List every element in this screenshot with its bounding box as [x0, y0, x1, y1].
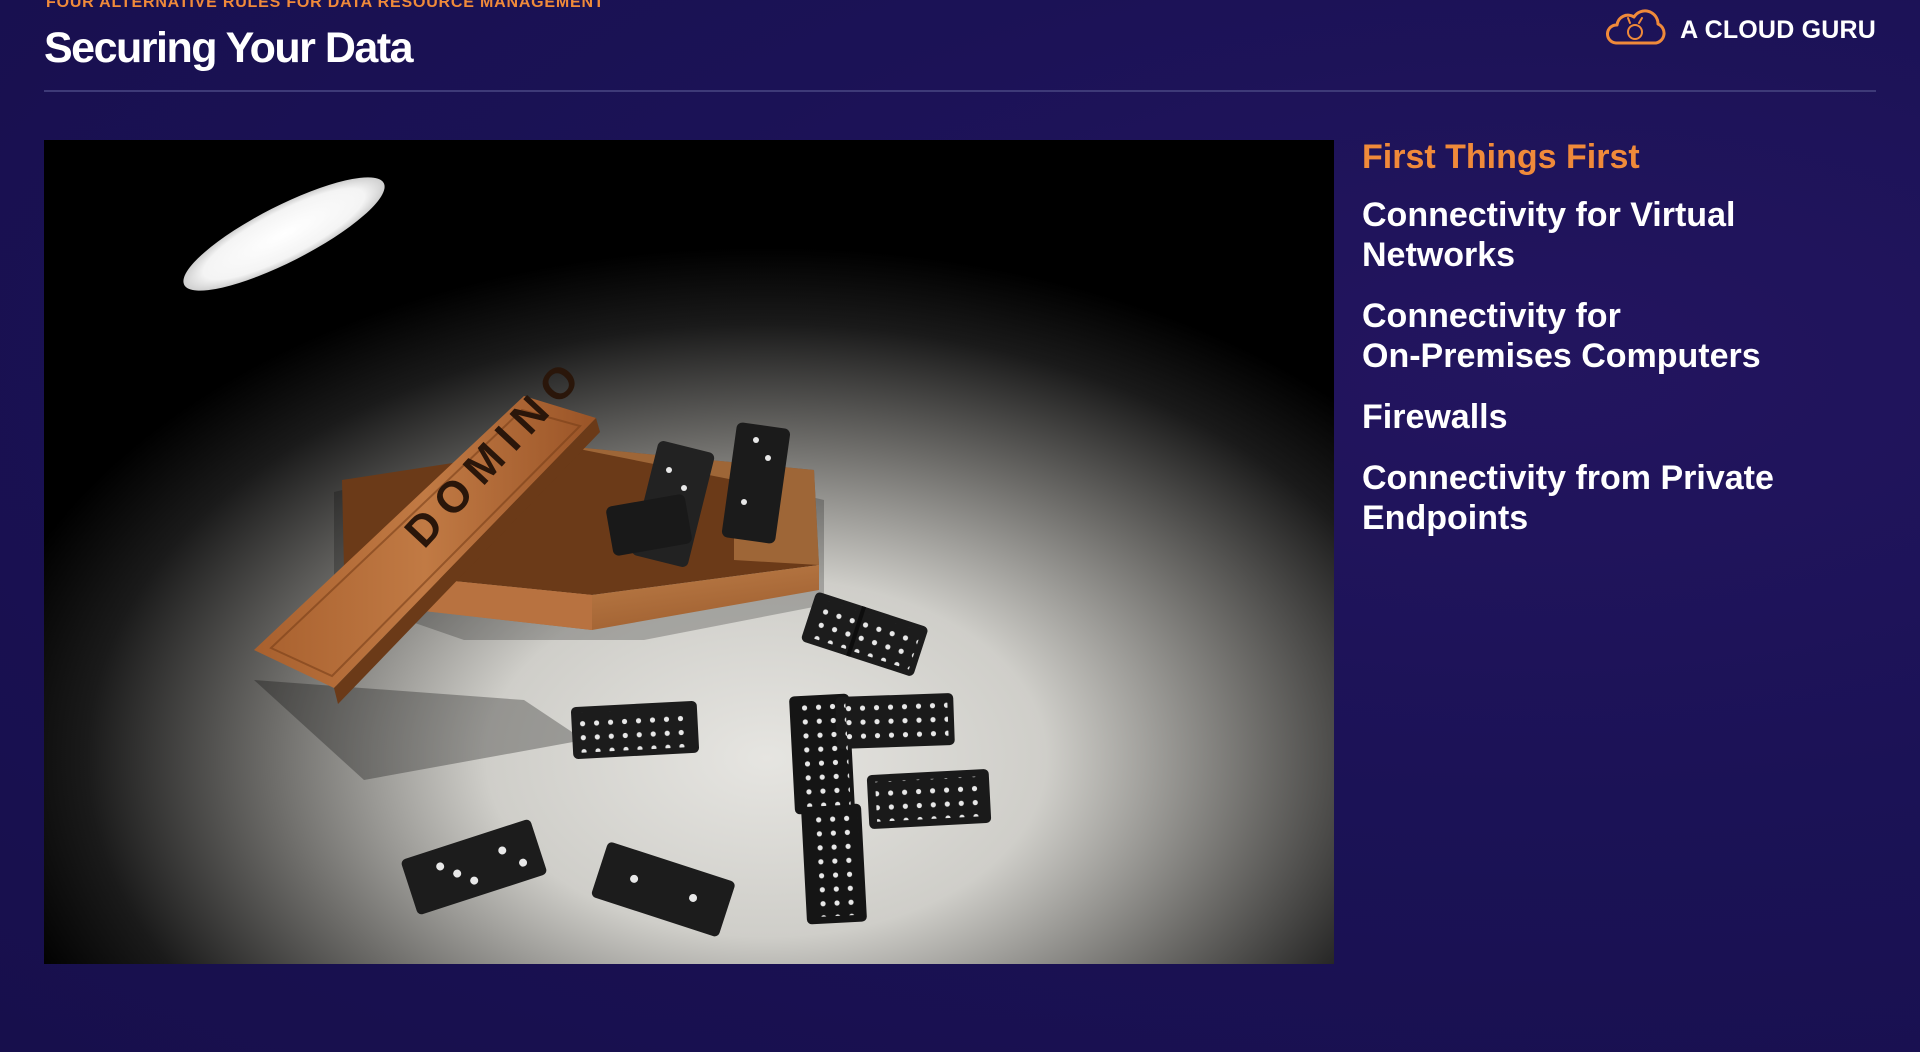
topic-line: Connectivity for Virtual — [1362, 196, 1736, 234]
header-divider — [44, 90, 1876, 92]
topic-line: Connectivity for — [1362, 297, 1621, 335]
slide-header: FOUR ALTERNATIVE RULES FOR DATA RESOURCE… — [44, 0, 1876, 93]
brand-name: A CLOUD GURU — [1680, 15, 1876, 44]
page-title: Securing Your Data — [44, 24, 414, 72]
topic-line: Connectivity from Private — [1362, 459, 1774, 497]
topic-connectivity-virtual-networks: Connectivity for Virtual Networks — [1362, 195, 1882, 275]
topic-line: Networks — [1362, 236, 1516, 274]
topic-line: Firewalls — [1362, 398, 1508, 436]
topic-firewalls: Firewalls — [1362, 397, 1882, 437]
section-kicker: FOUR ALTERNATIVE RULES FOR DATA RESOURCE… — [46, 0, 605, 11]
topic-first-things-first: First Things First — [1362, 137, 1882, 177]
topic-line: Endpoints — [1362, 499, 1529, 537]
topic-connectivity-private-endpoints: Connectivity from Private Endpoints — [1362, 458, 1882, 538]
domino-photo: DOMINO — [44, 140, 1334, 964]
topic-connectivity-on-premises: Connectivity for On-Premises Computers — [1362, 296, 1882, 376]
topic-list: First Things First Connectivity for Virt… — [1362, 137, 1882, 559]
topic-line: First Things First — [1362, 138, 1640, 176]
topic-line: On-Premises Computers — [1362, 337, 1761, 375]
brand-logo: A CLOUD GURU — [1604, 8, 1876, 53]
cloud-logo-icon — [1604, 8, 1668, 53]
